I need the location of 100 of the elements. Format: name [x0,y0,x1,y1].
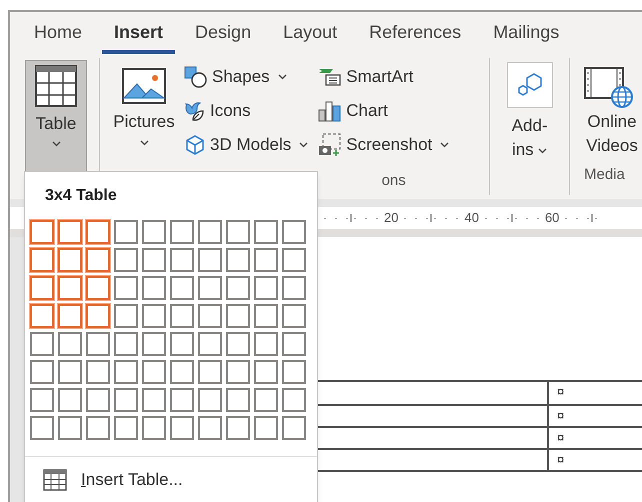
ribbon-tab[interactable]: Home [22,19,94,54]
table-grid-cell[interactable] [142,220,166,244]
table-grid-cell[interactable] [282,332,306,356]
table-grid-cell[interactable] [282,360,306,384]
ribbon-button[interactable]: Chart [314,94,454,128]
table-grid-cell[interactable] [226,248,250,272]
table-grid-cell[interactable] [30,416,54,440]
table-grid-cell[interactable] [282,304,306,328]
ribbon-tab[interactable]: References [357,19,474,54]
table-grid-cell[interactable] [198,388,222,412]
picture-icon [122,68,166,104]
table-grid-cell[interactable] [282,388,306,412]
table-grid-cell[interactable] [58,304,82,328]
table-grid-cell[interactable] [30,220,54,244]
table-grid-cell[interactable] [58,220,82,244]
table-grid-cell[interactable] [226,276,250,300]
table-grid-cell[interactable] [86,416,110,440]
table-grid-cell[interactable] [58,416,82,440]
table-grid-cell[interactable] [198,220,222,244]
table-grid-cell[interactable] [30,304,54,328]
table-grid-cell[interactable] [58,360,82,384]
ribbon-button[interactable]: Shapes [180,60,312,94]
table-grid-cell[interactable] [114,248,138,272]
table-grid-cell[interactable] [198,360,222,384]
table-grid-cell[interactable] [86,332,110,356]
ribbon-tab[interactable]: Mailings [481,19,572,54]
table-grid-cell[interactable] [254,220,278,244]
cube-icon [184,134,206,156]
table-grid-cell[interactable] [170,276,194,300]
table-grid-cell[interactable] [142,360,166,384]
table-grid-cell[interactable] [142,248,166,272]
table-grid-cell[interactable] [226,388,250,412]
table-grid-cell[interactable] [170,416,194,440]
table-grid-cell[interactable] [86,304,110,328]
table-grid-cell[interactable] [198,332,222,356]
table-grid-cell[interactable] [30,360,54,384]
table-grid-cell[interactable] [114,360,138,384]
table-grid-cell[interactable] [254,360,278,384]
table-grid-cell[interactable] [142,388,166,412]
table-grid-cell[interactable] [254,388,278,412]
table-grid-cell[interactable] [86,360,110,384]
shapes-icon [184,66,208,88]
table-grid-cell[interactable] [254,276,278,300]
table-grid-cell[interactable] [114,416,138,440]
ribbon-button[interactable]: SmartArt [314,60,454,94]
table-grid-cell[interactable] [170,304,194,328]
table-grid-cell[interactable] [142,304,166,328]
table-grid-cell[interactable] [170,248,194,272]
table-grid-cell[interactable] [30,388,54,412]
table-grid-cell[interactable] [226,304,250,328]
ribbon-tab[interactable]: Insert [102,19,176,54]
table-grid-cell[interactable] [58,248,82,272]
table-grid-cell[interactable] [86,220,110,244]
table-grid-cell[interactable] [170,360,194,384]
table-grid-cell[interactable] [142,416,166,440]
table-grid-cell[interactable] [142,332,166,356]
table-grid-cell[interactable] [170,388,194,412]
ribbon-button[interactable]: 3D Models [180,128,312,162]
ribbon-tab[interactable]: Layout [271,19,350,54]
table-grid-cell[interactable] [58,276,82,300]
table-grid-cell[interactable] [254,248,278,272]
table-grid-cell[interactable] [282,276,306,300]
ribbon-button[interactable]: Screenshot [314,128,454,162]
table-grid-cell[interactable] [226,220,250,244]
table-grid-cell[interactable] [86,276,110,300]
pictures-button[interactable]: Pictures [108,60,180,166]
table-grid-cell[interactable] [226,360,250,384]
table-grid-cell[interactable] [30,276,54,300]
table-grid-cell[interactable] [226,416,250,440]
table-grid-cell[interactable] [30,332,54,356]
table-grid-cell[interactable] [114,332,138,356]
table-grid-cell[interactable] [142,276,166,300]
table-grid-cell[interactable] [198,248,222,272]
table-grid-cell[interactable] [198,304,222,328]
table-grid-cell[interactable] [198,416,222,440]
table-grid-cell[interactable] [58,332,82,356]
table-grid-cell[interactable] [86,388,110,412]
insert-table-menu-item[interactable]: Insert Table... [43,467,317,493]
table-grid-cell[interactable] [114,388,138,412]
table-grid-cell[interactable] [282,248,306,272]
table-grid-cell[interactable] [86,248,110,272]
table-grid-cell[interactable] [30,248,54,272]
table-grid-cell[interactable] [170,220,194,244]
table-cell-text: ¤ [556,383,564,401]
table-grid-cell[interactable] [254,416,278,440]
table-button[interactable]: Table [25,60,87,172]
table-grid-cell[interactable] [58,388,82,412]
table-grid-cell[interactable] [114,220,138,244]
add-ins-button[interactable]: Add-ins [500,62,560,162]
table-grid-cell[interactable] [226,332,250,356]
table-grid-cell[interactable] [170,332,194,356]
ribbon-button[interactable]: Icons [180,94,312,128]
table-grid-cell[interactable] [282,220,306,244]
table-grid-cell[interactable] [254,332,278,356]
table-grid-cell[interactable] [114,304,138,328]
table-grid-cell[interactable] [254,304,278,328]
table-grid-cell[interactable] [114,276,138,300]
ribbon-tab[interactable]: Design [183,19,264,54]
table-grid-cell[interactable] [282,416,306,440]
table-grid-cell[interactable] [198,276,222,300]
